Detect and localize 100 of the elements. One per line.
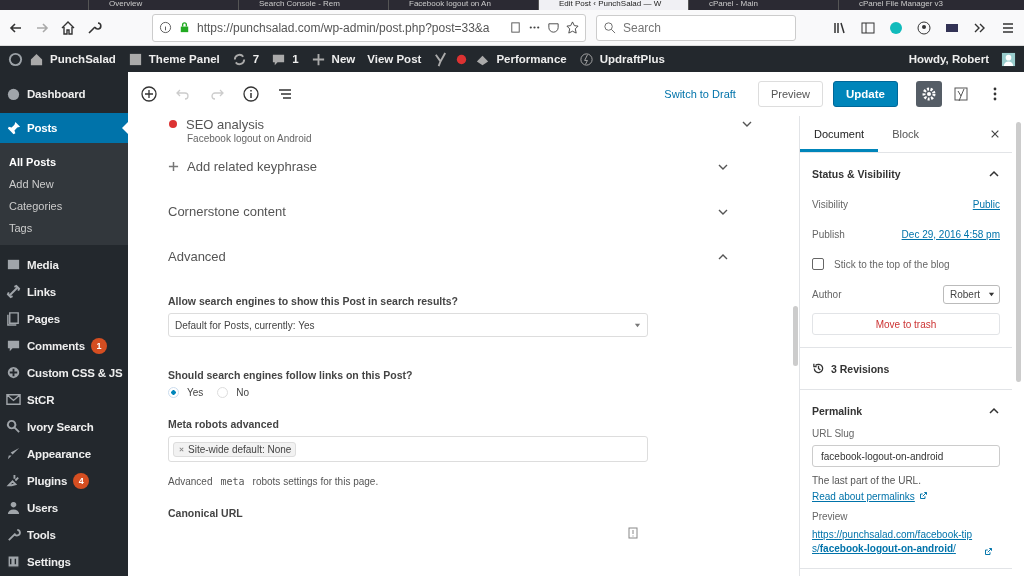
menu-item[interactable]: Ivory Search: [0, 413, 128, 440]
theme-panel-link[interactable]: Theme Panel: [148, 53, 220, 65]
help-text: robots settings for this page.: [252, 476, 379, 487]
updraftplus-link[interactable]: UpdraftPlus: [599, 53, 665, 65]
panel-tab[interactable]: Document: [800, 116, 879, 152]
menu-item[interactable]: Tools: [0, 521, 128, 548]
preview-url-link[interactable]: https://punchsalad.com/facebook-tips/facebook-logout-on-android/: [812, 528, 978, 556]
field-label: URL Slug: [812, 428, 856, 439]
collapsible-section[interactable]: Add related keyphrase: [168, 144, 743, 189]
menu-item[interactable]: Links: [0, 278, 128, 305]
pages-icon: [6, 311, 21, 326]
caret-icon: [988, 290, 995, 298]
status-dot-icon: [168, 119, 178, 129]
remove-icon[interactable]: [178, 445, 185, 453]
field-label: Publish: [812, 228, 845, 240]
radio-option[interactable]: No: [217, 387, 250, 398]
scrollbar-thumb[interactable]: [793, 306, 798, 366]
comments-count[interactable]: 1: [292, 53, 299, 65]
gear-icon: [921, 86, 937, 102]
panel-tab[interactable]: Block: [878, 116, 934, 152]
field-label: Meta robots advanced: [168, 418, 280, 430]
collapsible-section[interactable]: Cornerstone content: [168, 189, 743, 234]
menu-item[interactable]: Pages: [0, 305, 128, 332]
help-text: Advanced: [168, 476, 213, 487]
search-field[interactable]: Search: [596, 14, 796, 41]
selected-tag[interactable]: Site-wide default: None: [173, 441, 297, 457]
settings-button[interactable]: [916, 81, 942, 107]
field-label: Preview: [812, 511, 849, 522]
menu-item[interactable]: StCR: [0, 386, 128, 413]
checkbox-label: Stick to the top of the blog: [834, 258, 950, 270]
address-bar[interactable]: https://punchsalad.com/wp-admin/post.php?post=33&a: [152, 13, 586, 42]
comment-icon: [6, 338, 21, 353]
panel-heading[interactable]: Permalink: [812, 405, 863, 417]
caret-icon: [634, 321, 641, 329]
menu-item[interactable]: Plugins 4: [0, 467, 128, 494]
yoast-icon[interactable]: [952, 85, 970, 103]
menu-item[interactable]: Posts: [0, 113, 128, 143]
field-label: Canonical URL: [168, 507, 244, 519]
field-label: Allow search engines to show this Post in search results?: [168, 295, 459, 307]
view-post-link[interactable]: View Post: [367, 53, 422, 65]
scrollbar-thumb[interactable]: [1015, 122, 1021, 382]
performance-link[interactable]: Performance: [496, 53, 567, 65]
sidebar-icon[interactable]: [860, 19, 876, 36]
wrench-icon[interactable]: [86, 19, 102, 36]
update-button[interactable]: Update: [833, 81, 898, 107]
submenu-item[interactable]: Tags: [0, 217, 128, 239]
mail-icon: [6, 392, 21, 407]
publish-date-link[interactable]: Dec 29, 2016 4:58 pm: [901, 228, 1000, 240]
collapsible-section[interactable]: Advanced: [168, 234, 743, 279]
revisions-link[interactable]: 3 Revisions: [831, 362, 890, 375]
close-icon[interactable]: [990, 129, 1000, 139]
info-icon[interactable]: [242, 85, 260, 103]
panel-heading[interactable]: Status & Visibility: [812, 168, 901, 180]
user-icon: [6, 500, 21, 515]
history-icon: [812, 362, 825, 375]
menu-item[interactable]: Dashboard: [0, 80, 128, 107]
updates-count[interactable]: 7: [252, 53, 260, 65]
external-link-icon: [918, 491, 928, 500]
url-slug-field[interactable]: facebook-logout-on-android: [812, 445, 1000, 467]
account-greeting[interactable]: Howdy, Robert: [908, 53, 989, 65]
site-link[interactable]: PunchSalad: [50, 53, 116, 65]
field-label: Author: [812, 288, 842, 300]
new-link[interactable]: New: [331, 53, 356, 65]
section-title: SEO analysis: [186, 116, 265, 132]
radio-option[interactable]: Yes: [168, 387, 204, 398]
move-to-trash-button[interactable]: Move to trash: [812, 313, 1000, 335]
wrench-icon: [6, 527, 21, 542]
brush-icon: [6, 446, 21, 461]
index-select[interactable]: Default for Posts, currently: Yes: [168, 313, 648, 337]
home-icon: [29, 51, 44, 67]
search-icon: [6, 419, 21, 434]
menu-item[interactable]: Appearance: [0, 440, 128, 467]
menu-item[interactable]: Settings: [0, 548, 128, 575]
preview-button[interactable]: Preview: [757, 81, 823, 107]
menu-item[interactable]: Custom CSS & JS: [0, 359, 128, 386]
submenu-item[interactable]: Categories: [0, 195, 128, 217]
menu-item[interactable]: Media: [0, 251, 128, 278]
author-select[interactable]: Robert: [943, 284, 1000, 304]
external-link-icon: [984, 547, 993, 556]
checkbox[interactable]: [812, 258, 824, 270]
add-block-icon[interactable]: [140, 85, 158, 103]
keyphrase-text: Facebook logout on Android: [186, 133, 313, 144]
field-label: Should search engines follow links on this Post?: [168, 369, 414, 381]
submenu-item[interactable]: Add New: [0, 173, 128, 195]
avatar-icon: [1001, 51, 1016, 67]
yoast-icon[interactable]: [433, 51, 449, 67]
permalinks-link[interactable]: Read about permalinks: [812, 491, 915, 502]
home-icon[interactable]: [60, 19, 76, 36]
menu-item[interactable]: Users: [0, 494, 128, 521]
help-text: The last part of the URL. Read about permalinks: [812, 473, 1000, 505]
meta-robots-field[interactable]: Site-wide default: None: [168, 436, 648, 462]
switch-to-draft-link[interactable]: Switch to Draft: [664, 88, 736, 100]
menu-item[interactable]: Comments 1: [0, 332, 128, 359]
field-label: Visibility: [812, 198, 848, 210]
account-icon[interactable]: [916, 19, 932, 36]
visibility-link[interactable]: Public: [972, 198, 1000, 210]
submenu-item[interactable]: All Posts: [0, 151, 128, 173]
pin-icon: [6, 120, 21, 136]
code-text: meta: [220, 476, 245, 487]
bolt-icon: [578, 51, 594, 67]
